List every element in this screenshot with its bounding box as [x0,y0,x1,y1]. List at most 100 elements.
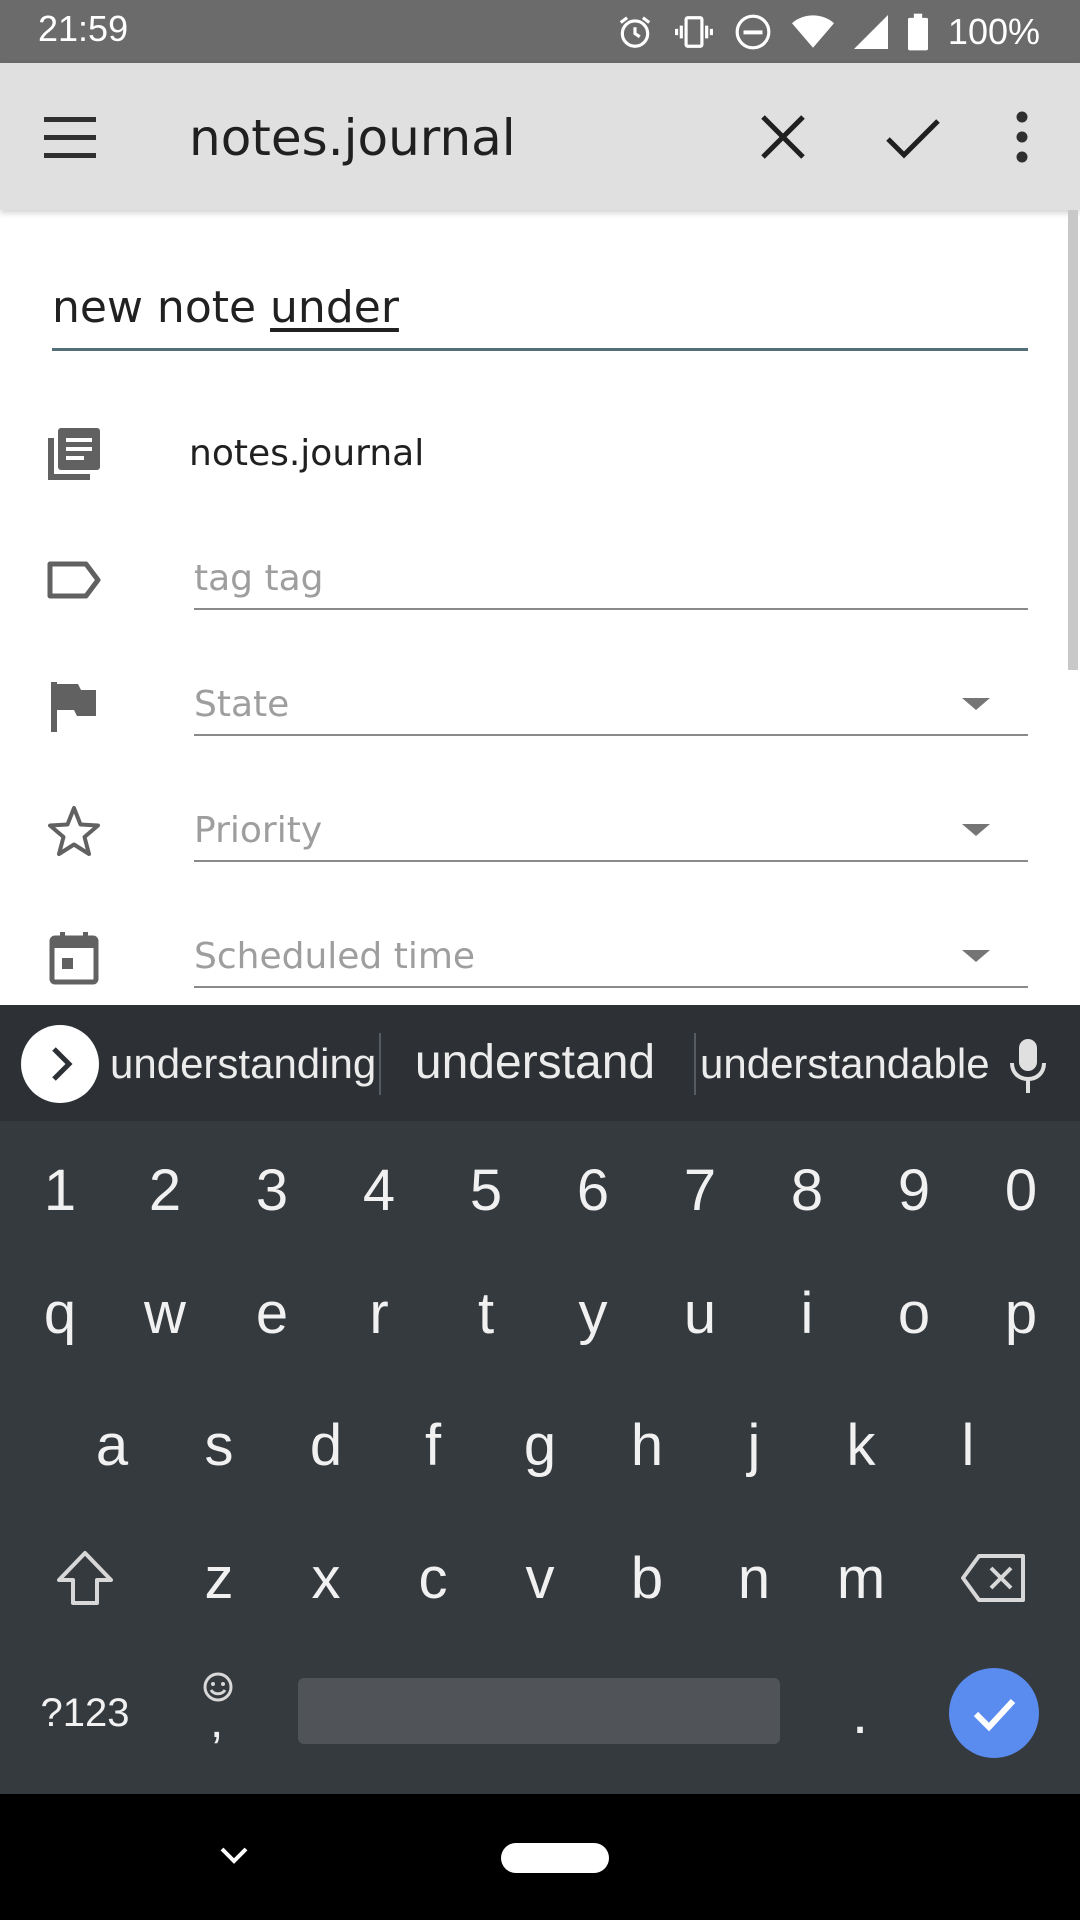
backspace-key[interactable] [944,1523,1044,1633]
key-j[interactable]: j [704,1390,804,1500]
key-r[interactable]: r [329,1258,429,1368]
key-8[interactable]: 8 [757,1135,857,1245]
key-e[interactable]: e [222,1258,322,1368]
tags-field[interactable]: tag tag [194,550,1028,610]
keyboard: understanding understand understandable … [0,1005,1080,1794]
key-v[interactable]: v [490,1523,590,1633]
note-title-underline [52,348,1028,351]
priority-placeholder: Priority [194,810,323,851]
key-n[interactable]: n [704,1523,804,1633]
key-f[interactable]: f [383,1390,483,1500]
suggestion-expand-button[interactable] [21,1025,99,1103]
key-3[interactable]: 3 [222,1135,322,1245]
period-key[interactable]: . [810,1658,910,1768]
chevron-right-icon [52,1047,73,1081]
key-x[interactable]: x [276,1523,376,1633]
key-m[interactable]: m [811,1523,911,1633]
key-9[interactable]: 9 [864,1135,964,1245]
flag-icon [51,682,96,732]
suggestion-2[interactable]: understand [395,1035,675,1090]
key-7[interactable]: 7 [650,1135,750,1245]
status-time: 21:59 [38,8,129,49]
note-title-input[interactable]: new note under [52,282,1027,333]
check-icon[interactable] [882,109,944,165]
status-icons: 100% [616,8,1040,56]
key-z[interactable]: z [169,1523,269,1633]
state-placeholder: State [194,684,290,725]
wifi-icon [791,15,834,48]
key-5[interactable]: 5 [436,1135,536,1245]
key-o[interactable]: o [864,1258,964,1368]
app-bar: notes.journal [0,63,1080,210]
space-key[interactable] [298,1678,780,1744]
chevron-down-icon [962,698,990,710]
suggestion-3[interactable]: understandable [700,1040,990,1088]
suggestion-divider [694,1033,696,1095]
scrollbar[interactable] [1068,210,1078,670]
app-title: notes.journal [189,109,516,167]
emoji-comma-key[interactable]: , [168,1658,268,1768]
key-b[interactable]: b [597,1523,697,1633]
priority-underline [194,860,1028,862]
microphone-icon[interactable] [1008,1037,1048,1095]
scheduled-time-dropdown[interactable]: Scheduled time [194,928,1028,988]
battery-icon [907,13,928,51]
key-g[interactable]: g [490,1390,590,1500]
status-bar: 21:59 100% [0,0,1080,63]
chevron-down-icon [962,950,990,962]
battery-percent: 100% [947,11,1040,52]
key-6[interactable]: 6 [543,1135,643,1245]
key-d[interactable]: d [276,1390,376,1500]
home-button[interactable] [501,1843,609,1873]
suggestion-divider [379,1033,381,1095]
scheduled-underline [194,986,1028,988]
key-u[interactable]: u [650,1258,750,1368]
close-icon[interactable] [755,109,811,165]
signal-icon [853,15,888,49]
shift-key[interactable] [35,1523,135,1633]
key-h[interactable]: h [597,1390,697,1500]
key-2[interactable]: 2 [115,1135,215,1245]
note-title-text: new note [52,282,271,333]
key-y[interactable]: y [543,1258,643,1368]
suggestion-strip: understanding understand understandable [0,1005,1080,1121]
done-key[interactable] [949,1668,1039,1758]
scheduled-placeholder: Scheduled time [194,936,476,977]
key-s[interactable]: s [169,1390,269,1500]
key-0[interactable]: 0 [971,1135,1071,1245]
state-dropdown[interactable]: State [194,676,1028,736]
vibrate-icon [674,16,713,48]
check-icon [973,1698,1016,1732]
key-l[interactable]: l [918,1390,1018,1500]
shift-icon [57,1551,113,1605]
tag-icon [47,561,101,599]
chevron-down-icon [962,824,990,836]
key-q[interactable]: q [10,1258,110,1368]
key-t[interactable]: t [436,1258,536,1368]
key-c[interactable]: c [383,1523,483,1633]
notebook-name[interactable]: notes.journal [189,433,424,474]
tags-value: tag tag [194,558,324,599]
key-p[interactable]: p [971,1258,1071,1368]
key-1[interactable]: 1 [10,1135,110,1245]
priority-dropdown[interactable]: Priority [194,802,1028,862]
key-a[interactable]: a [62,1390,162,1500]
notebook-icon [48,428,100,480]
symbols-key[interactable]: ?123 [35,1658,135,1768]
tags-underline [194,608,1028,610]
more-options-icon[interactable] [1000,109,1044,165]
comma-label: , [210,1695,224,1748]
hide-keyboard-icon[interactable] [214,1840,254,1870]
calendar-icon [49,932,99,985]
do-not-disturb-icon [735,14,771,50]
state-underline [194,734,1028,736]
backspace-icon [961,1554,1025,1602]
key-4[interactable]: 4 [329,1135,429,1245]
key-w[interactable]: w [115,1258,215,1368]
note-title-composing-text: under [270,282,399,333]
star-icon [48,806,100,856]
key-i[interactable]: i [757,1258,857,1368]
key-k[interactable]: k [811,1390,911,1500]
menu-icon[interactable] [40,113,106,163]
suggestion-1[interactable]: understanding [110,1040,376,1088]
